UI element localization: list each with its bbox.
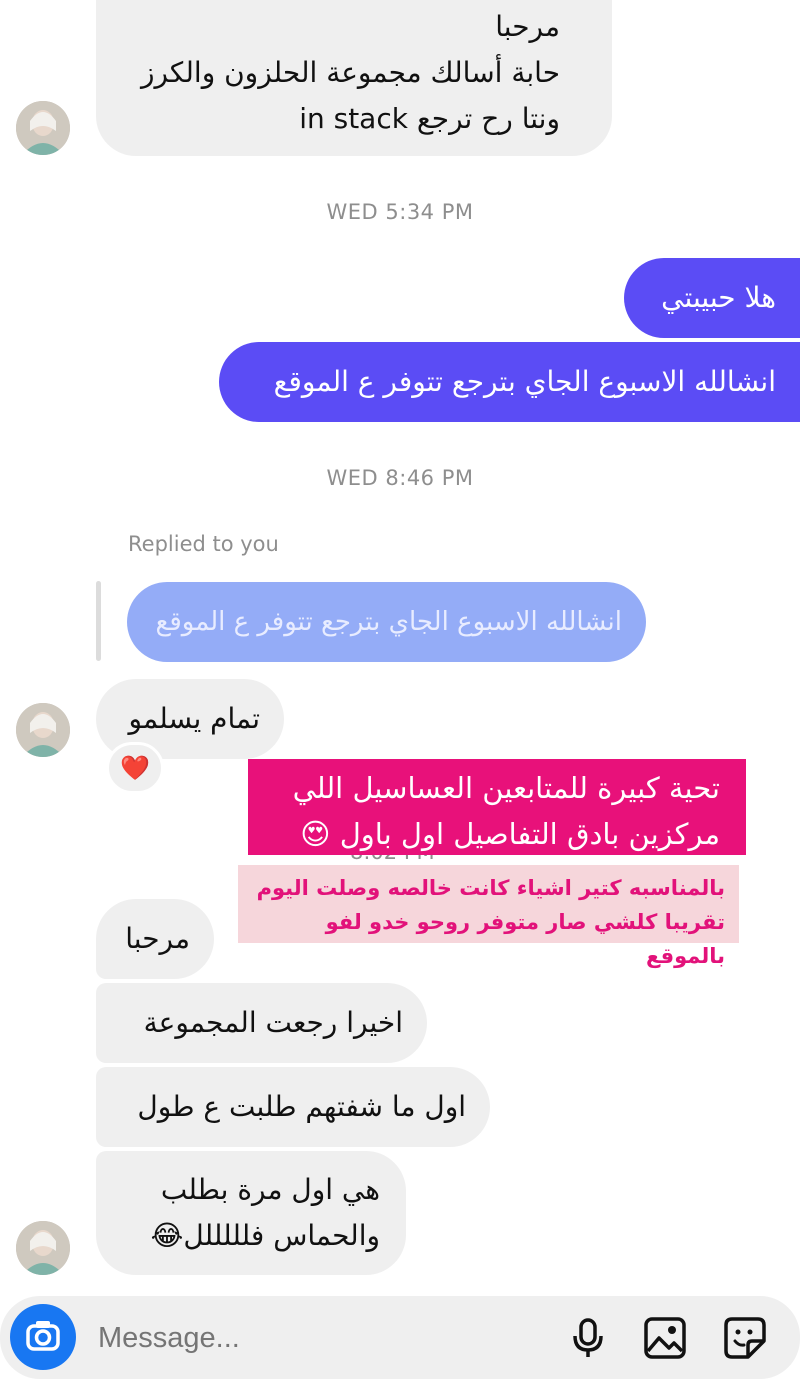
quoted-text: انشالله الاسبوع الجاي بترجع تتوفر ع المو… (155, 607, 622, 637)
message-input[interactable] (96, 1314, 540, 1362)
message-text: تمام يسلمو (128, 702, 260, 735)
gallery-button[interactable] (642, 1315, 688, 1361)
heart-icon: ❤️ (120, 754, 150, 782)
overlay-line: مركزين بادق التفاصيل اول باول 😍 (300, 817, 720, 851)
avatar[interactable] (16, 101, 70, 155)
overlay-caption-pink: تحية كبيرة للمتابعين العساسيل اللي مركزي… (248, 759, 746, 855)
sticker-button[interactable] (722, 1315, 768, 1361)
incoming-message[interactable]: اخيرا رجعت المجموعة (96, 983, 427, 1063)
message-line: هي اول مرة بطلب (160, 1173, 380, 1206)
message-text: انشالله الاسبوع الجاي بترجع تتوفر ع المو… (273, 365, 776, 398)
outgoing-message[interactable]: انشالله الاسبوع الجاي بترجع تتوفر ع المو… (219, 342, 800, 422)
overlay-caption-light: بالمناسبه كتير اشياء كانت خالصه وصلت الي… (238, 865, 739, 968)
sticker-icon (724, 1317, 766, 1359)
message-line: مرحبا (495, 10, 560, 43)
camera-icon (26, 1321, 60, 1351)
quoted-message[interactable]: انشالله الاسبوع الجاي بترجع تتوفر ع المو… (127, 582, 646, 662)
reaction-badge[interactable]: ❤️ (106, 742, 164, 794)
overlay-line: تحية كبيرة للمتابعين العساسيل اللي (292, 771, 720, 805)
avatar[interactable] (16, 703, 70, 757)
message-text: هلا حبيبتي (661, 281, 776, 314)
incoming-message[interactable]: اول ما شفتهم طلبت ع طول (96, 1067, 490, 1147)
avatar[interactable] (16, 1221, 70, 1275)
incoming-message[interactable]: مرحبا حابة أسالك مجموعة الحلزون والكرز و… (96, 0, 612, 156)
microphone-icon (573, 1318, 603, 1357)
outgoing-message[interactable]: هلا حبيبتي (624, 258, 800, 338)
message-text: اول ما شفتهم طلبت ع طول (137, 1090, 466, 1123)
message-line: ونتا رح ترجع in stack (299, 102, 560, 135)
overlay-line: بالمناسبه كتير اشياء كانت خالصه وصلت الي… (256, 876, 725, 900)
gallery-icon (644, 1317, 686, 1359)
message-text: اخيرا رجعت المجموعة (143, 1006, 403, 1039)
replied-label: Replied to you (128, 532, 279, 556)
microphone-button[interactable] (566, 1316, 610, 1360)
camera-button[interactable] (10, 1304, 76, 1370)
incoming-message[interactable]: هي اول مرة بطلب والحماس فلللللل😂 (96, 1151, 406, 1275)
timestamp: WED 5:34 PM (326, 200, 474, 224)
incoming-message[interactable]: مرحبا (96, 899, 214, 979)
timestamp: WED 8:46 PM (326, 466, 474, 490)
message-line: حابة أسالك مجموعة الحلزون والكرز (140, 56, 560, 89)
message-text: مرحبا (125, 922, 190, 955)
message-line: والحماس فلللللل😂 (150, 1219, 380, 1252)
reply-indicator-bar (96, 581, 101, 661)
message-composer (0, 1296, 800, 1379)
overlay-line: تقريبا كلشي صار متوفر روحو خدو لفو بالمو… (325, 910, 725, 968)
